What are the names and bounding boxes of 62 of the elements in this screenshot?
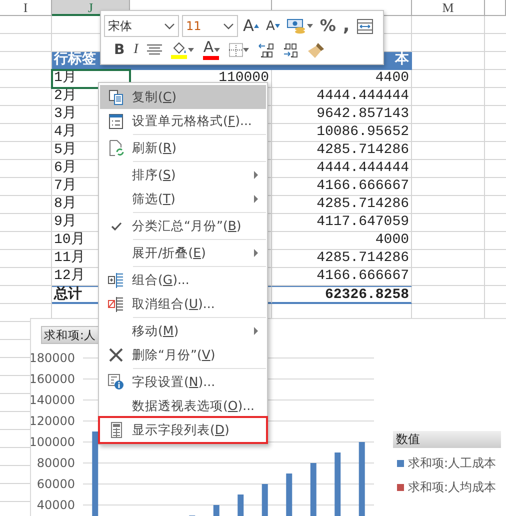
triangle-icon	[274, 24, 280, 28]
table-cell: 4285.714286	[272, 250, 412, 268]
format-cells-icon	[109, 114, 123, 128]
table-cell: 10086.95652	[272, 124, 412, 142]
bar	[334, 452, 341, 516]
percent-button[interactable]: %	[318, 15, 338, 37]
caret-icon	[306, 24, 313, 28]
group-icon	[108, 272, 124, 288]
table-cell: 4285.714286	[272, 142, 412, 160]
table-cell: 62326.8258	[272, 286, 412, 304]
font-field[interactable]: 宋体	[104, 15, 179, 37]
triangle-icon	[254, 24, 259, 28]
table-cell: 4444.444444	[272, 88, 412, 106]
table-cell: 4166.666667	[272, 178, 412, 196]
color-bar	[203, 56, 220, 60]
paint-bucket-icon	[171, 41, 188, 59]
menu-item[interactable]: 删除“月份”(V)	[100, 343, 266, 367]
legend-label: 求和项:人工成本	[408, 455, 496, 472]
chevron-icon	[223, 22, 234, 30]
legend-title: 数值	[393, 431, 501, 448]
bar	[286, 474, 292, 516]
info-icon	[108, 374, 124, 390]
ungroup-icon	[108, 296, 124, 312]
borders-icon	[228, 43, 243, 57]
table-cell: 4117.647059	[272, 214, 412, 232]
axis-label: 60000	[36, 477, 75, 491]
column-header[interactable]: M	[412, 0, 485, 16]
brush-icon	[308, 42, 326, 58]
legend-label: 求和项:人均成本	[408, 479, 496, 496]
money-icon	[286, 18, 307, 34]
italic-button[interactable]: I	[132, 39, 140, 61]
comma-button[interactable]: ,	[340, 15, 352, 37]
bar	[213, 505, 220, 516]
bar	[238, 494, 244, 516]
shrink-font-button[interactable]: A	[264, 15, 282, 37]
decrease-decimal-icon	[282, 42, 299, 58]
close-icon	[109, 348, 123, 362]
wrap-text-icon	[356, 18, 373, 34]
calculator-icon	[110, 422, 122, 438]
table-cell: 4000	[272, 232, 412, 250]
font-size-field[interactable]: 11	[182, 15, 238, 37]
copy-icon	[108, 90, 124, 104]
column-header[interactable]: I	[0, 0, 52, 16]
table-cell: 9642.857143	[272, 106, 412, 124]
grow-font-button[interactable]: A	[241, 15, 261, 37]
menu-item[interactable]: 字段设置(N)...	[100, 370, 266, 394]
bar	[310, 463, 316, 516]
bar	[262, 484, 268, 516]
axis-label: 40000	[36, 498, 75, 512]
refresh-icon	[108, 140, 124, 156]
chevron-icon	[164, 22, 175, 30]
table-cell: 4166.666667	[272, 268, 412, 286]
table-cell: 4400	[272, 70, 412, 88]
font-color-button[interactable]: A	[201, 39, 222, 61]
increase-decimal-icon	[258, 42, 274, 58]
table-cell: 4444.444444	[272, 160, 412, 178]
menu-item[interactable]: 数据透视表选项(O)...	[100, 394, 266, 418]
table-cell: 4285.714286	[272, 196, 412, 214]
align-center-icon	[147, 44, 162, 56]
menu-item[interactable]: 复制(C)	[100, 85, 266, 109]
axis-label: 80000	[36, 456, 75, 470]
menu-item[interactable]: 显示字段列表(D)	[100, 418, 266, 442]
